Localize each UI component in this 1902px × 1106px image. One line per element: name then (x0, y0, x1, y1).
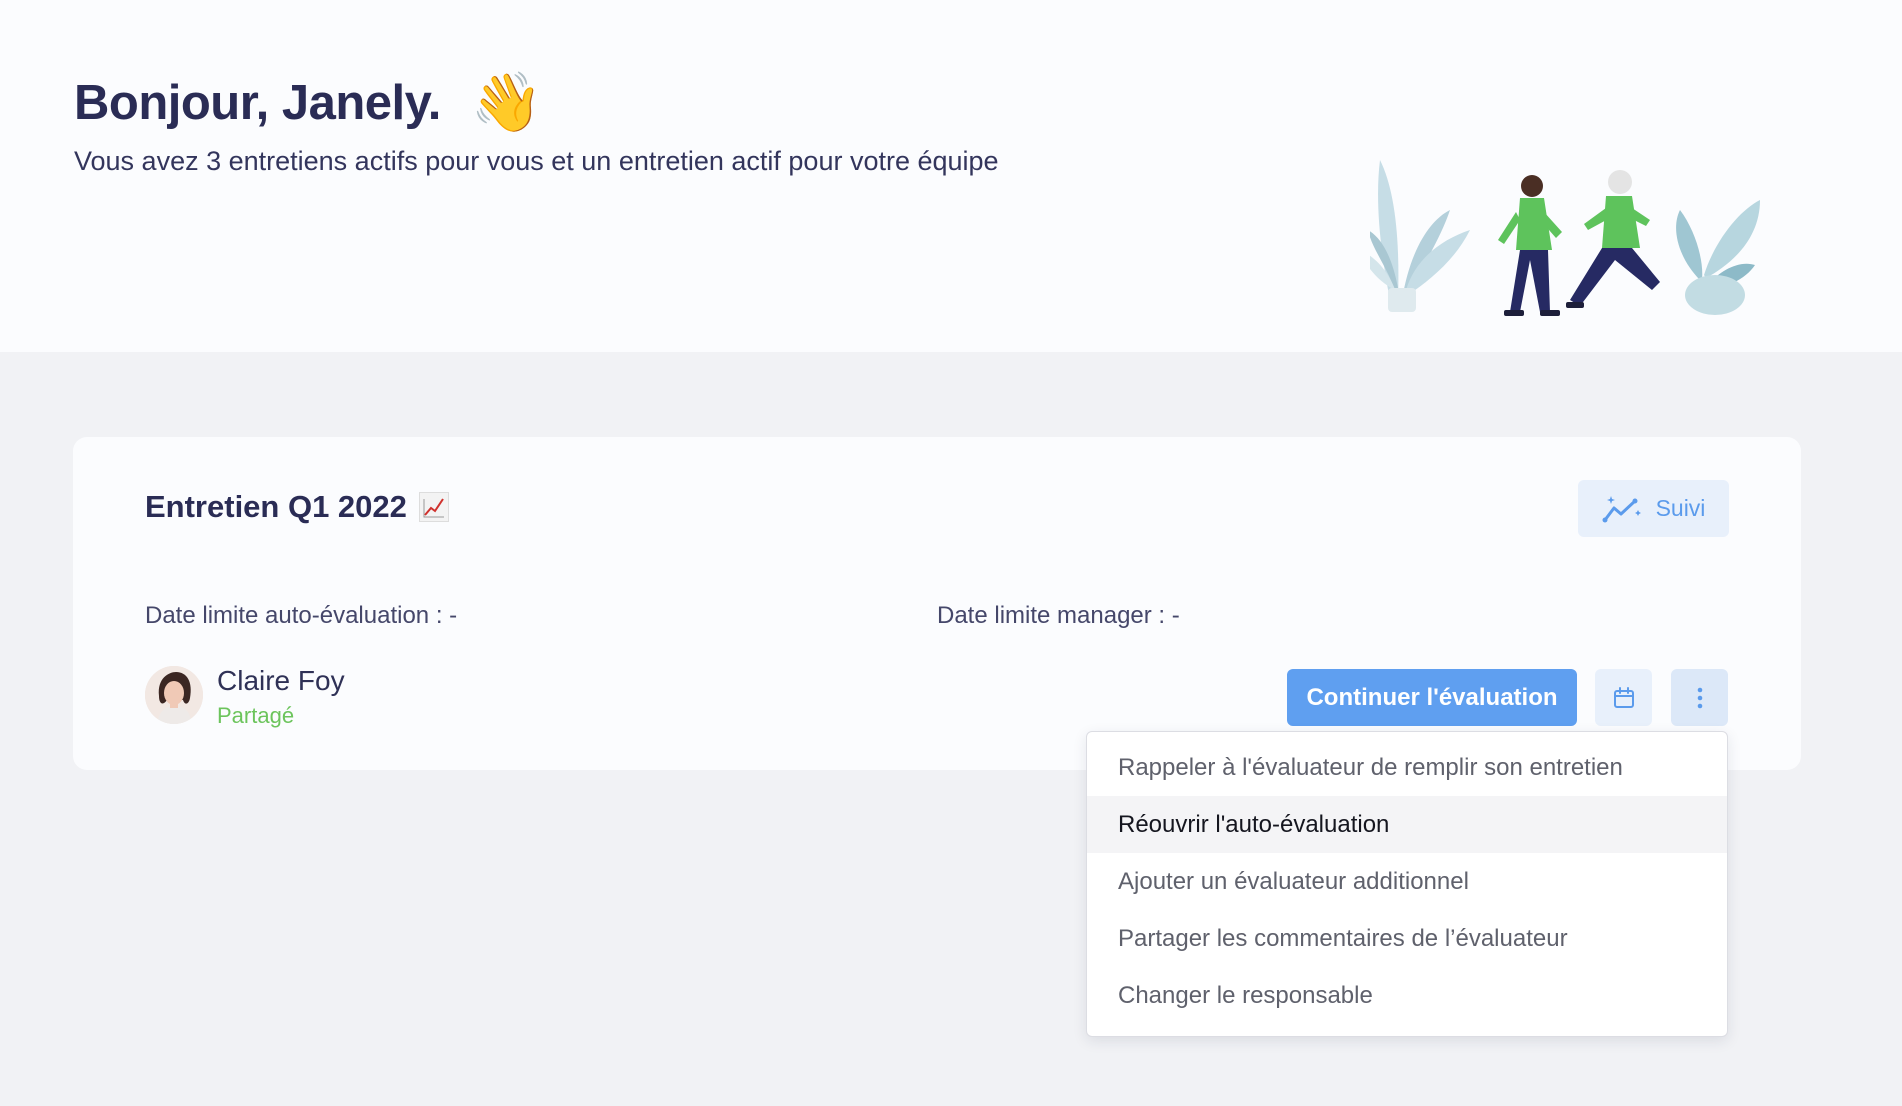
trend-sparkle-icon (1602, 495, 1641, 522)
menu-item-change-manager[interactable]: Changer le responsable (1087, 967, 1727, 1024)
menu-item-reopen-self-evaluation[interactable]: Réouvrir l'auto-évaluation (1087, 796, 1727, 853)
welcome-header: Bonjour, Janely. 👋 Vous avez 3 entretien… (0, 0, 1902, 352)
people-plants-illustration (1370, 160, 1760, 316)
continue-evaluation-button[interactable]: Continuer l'évaluation (1287, 669, 1577, 726)
interview-title: Entretien Q1 2022 (145, 489, 449, 525)
menu-item-remind-evaluator[interactable]: Rappeler à l'évaluateur de remplir son e… (1087, 739, 1727, 796)
chart-increasing-icon (418, 492, 449, 522)
calendar-button[interactable] (1595, 669, 1652, 726)
greeting-text: Bonjour, Janely. (74, 76, 441, 130)
menu-item-add-evaluator[interactable]: Ajouter un évaluateur additionnel (1087, 853, 1727, 910)
calendar-icon (1613, 686, 1634, 708)
interview-card: Entretien Q1 2022 Suivi Date limite auto… (73, 437, 1801, 770)
suivi-label: Suivi (1655, 495, 1706, 521)
vertical-dots-icon (1697, 687, 1702, 708)
self-evaluation-deadline: Date limite auto-évaluation : - (145, 602, 458, 629)
suivi-button[interactable]: Suivi (1578, 480, 1729, 537)
greeting-heading: Bonjour, Janely. 👋 (74, 74, 543, 132)
active-interviews-summary: Vous avez 3 entretiens actifs pour vous … (74, 146, 999, 176)
waving-hand-icon: 👋 (470, 70, 543, 135)
more-options-button[interactable] (1671, 669, 1728, 726)
interview-title-text: Entretien Q1 2022 (145, 489, 407, 524)
manager-deadline: Date limite manager : - (937, 602, 1180, 629)
menu-item-share-comments[interactable]: Partager les commentaires de l’évaluateu… (1087, 910, 1727, 967)
avatar (145, 666, 203, 724)
person-name: Claire Foy (217, 665, 345, 696)
status-badge: Partagé (217, 703, 295, 728)
options-dropdown-menu: Rappeler à l'évaluateur de remplir son e… (1086, 731, 1728, 1037)
